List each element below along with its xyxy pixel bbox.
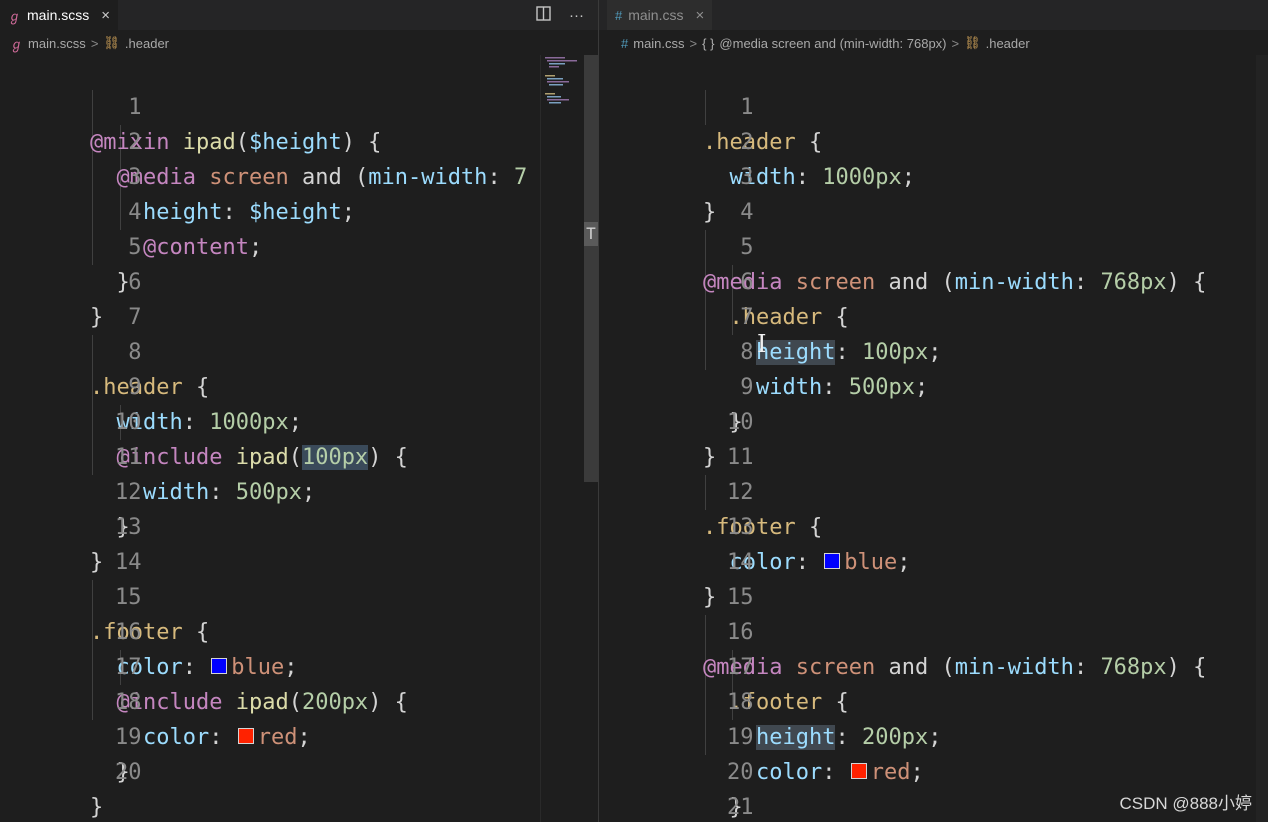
code-line: 9 } [599, 335, 1268, 435]
code-line: 8 .header { [0, 300, 598, 400]
breadcrumb-symbol[interactable]: .header [125, 36, 169, 51]
symbol-class-icon: ⛓ [103, 35, 120, 50]
right-tab-bar: # main.css × [599, 0, 1268, 30]
code-line: 17 .footer { [599, 615, 1268, 715]
code-line: 14 } [599, 510, 1268, 610]
code-line: 15 [599, 545, 1268, 610]
code-line: 10 @include ipad(100px) { [0, 370, 598, 470]
code-line: 9 width: 1000px; [0, 335, 598, 435]
code-line: 12 .footer { [599, 440, 1268, 540]
breadcrumb-file[interactable]: main.css [633, 36, 684, 51]
breadcrumb-media[interactable]: @media screen and (min-width: 768px) [719, 36, 946, 51]
breadcrumb: # main.css > { } @media screen and (min-… [599, 30, 1268, 56]
code-line: 12 } [0, 440, 598, 540]
code-line: 5 } [0, 195, 598, 295]
code-line: 4 [599, 160, 1268, 225]
code-line: 16 @media screen and (min-width: 768px) … [599, 580, 1268, 680]
code-line: 6 .header { [599, 230, 1268, 330]
code-line: 14 [0, 510, 598, 575]
left-tab-bar: ℊ main.scss × ··· [0, 0, 598, 30]
css-file-icon: # [621, 35, 629, 51]
code-line: 21 } [599, 755, 1268, 820]
scss-editor-pane: ℊ main.scss × ··· ℊ main.scss > ⛓ .heade… [0, 0, 598, 822]
code-line: 20 } [0, 720, 598, 820]
code-line: 4 @content; [0, 160, 598, 260]
code-line: 3 height: $height; [0, 125, 598, 225]
css-editor-pane: # main.css × # main.css > { } @media scr… [599, 0, 1268, 822]
text-cursor-icon: I [757, 330, 767, 358]
braces-icon: { } [702, 35, 715, 51]
css-file-icon: # [615, 7, 623, 23]
breadcrumb: ℊ main.scss > ⛓ .header [0, 30, 598, 56]
vertical-scrollbar[interactable] [1256, 55, 1268, 822]
code-line: 6 } [0, 230, 598, 330]
code-line: 11 [599, 405, 1268, 470]
code-line: 8 width: 500px; [599, 300, 1268, 400]
code-line: 11 width: 500px; [0, 405, 598, 505]
code-line: 7 height: 100px; [599, 265, 1268, 365]
more-actions-icon[interactable]: ··· [569, 7, 584, 24]
code-line: 10 } [599, 370, 1268, 470]
code-line: 19 } [0, 685, 598, 785]
code-line: 17 @include ipad(200px) { [0, 615, 598, 715]
watermark: CSDN @888小婷 [1119, 794, 1252, 813]
breadcrumb-file[interactable]: main.scss [28, 36, 86, 51]
vertical-scrollbar[interactable] [584, 55, 598, 482]
close-icon[interactable]: × [101, 7, 110, 24]
code-line: 2 @media screen and (min-width: 7 [0, 90, 598, 190]
code-line: 20 } [599, 720, 1268, 820]
scss-file-icon: ℊ [8, 8, 22, 24]
close-icon[interactable]: × [695, 7, 704, 24]
tab-main-scss[interactable]: ℊ main.scss × [0, 0, 119, 30]
breadcrumb-separator: > [951, 35, 960, 51]
tab-label: main.css [628, 7, 684, 23]
code-line: 15 .footer { [0, 545, 598, 645]
split-editor-icon[interactable] [536, 5, 551, 25]
code-line: 2 width: 1000px; [599, 90, 1268, 190]
minimap[interactable] [540, 55, 585, 822]
code-line: 1 .header { [599, 55, 1268, 155]
breadcrumb-symbol[interactable]: .header [986, 36, 1030, 51]
tab-main-css[interactable]: # main.css × [607, 0, 713, 30]
tab-label: main.scss [27, 7, 90, 23]
code-line: 18 color: red; [0, 650, 598, 750]
editor-actions: ··· [536, 0, 584, 30]
code-line: 13 color: blue; [599, 475, 1268, 575]
symbol-class-icon: ⛓ [964, 35, 981, 50]
breadcrumb-separator: > [689, 35, 698, 51]
code-line: 19 color: red; [599, 685, 1268, 785]
code-line: 7 [0, 265, 598, 330]
line-number: 20 [114, 760, 142, 785]
code-line: 13 } [0, 475, 598, 575]
code-line: 5 @media screen and (min-width: 768px) { [599, 195, 1268, 295]
scrollbar-marker: T [584, 222, 598, 246]
breadcrumb-separator: > [90, 35, 99, 51]
code-line: 16 color: blue; [0, 580, 598, 680]
scss-file-icon: ℊ [10, 36, 24, 52]
code-line: 3 } [599, 125, 1268, 225]
code-line: 18 height: 200px; [599, 650, 1268, 750]
code-line: 1 @mixin ipad($height) { [0, 55, 598, 155]
